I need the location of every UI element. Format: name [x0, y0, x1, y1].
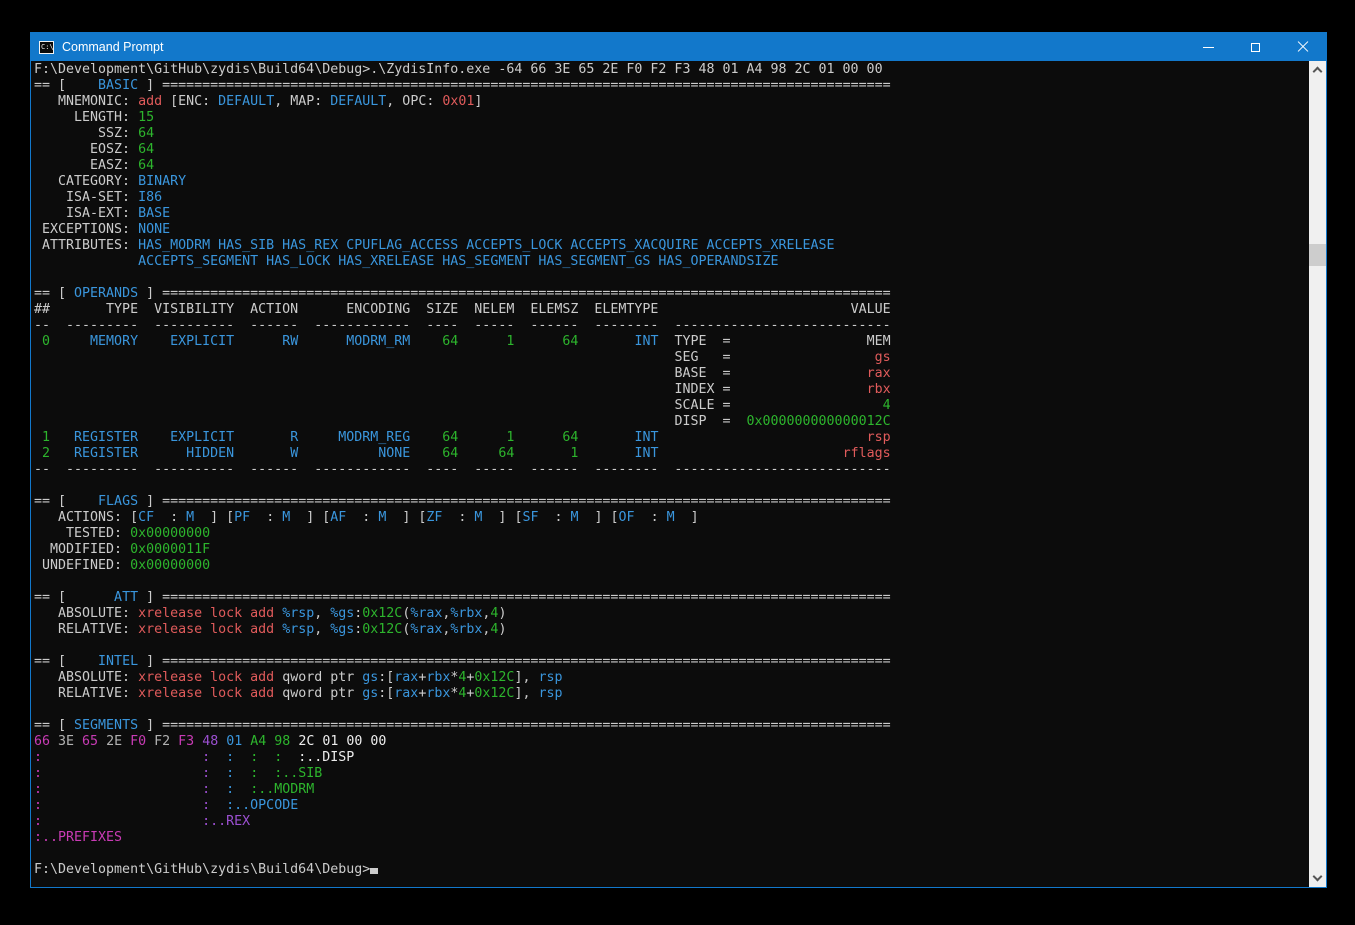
terminal-line: 66 3E 65 2E F0 F2 F3 48 01 A4 98 2C 01 0… [34, 734, 891, 750]
terminal-line [34, 638, 891, 654]
terminal-line: INDEX = rbx [34, 382, 891, 398]
terminal-line: RELATIVE: xrelease lock add qword ptr gs… [34, 686, 891, 702]
terminal-line: MODIFIED: 0x0000011F [34, 542, 891, 558]
terminal-line: == [ ATT ] =============================… [34, 590, 891, 606]
terminal-line: ATTRIBUTES: HAS_MODRM HAS_SIB HAS_REX CP… [34, 238, 891, 254]
terminal-line [34, 574, 891, 590]
terminal-line: : : :..OPCODE [34, 798, 891, 814]
terminal-line: EXCEPTIONS: NONE [34, 222, 891, 238]
terminal-line: MNEMONIC: add [ENC: DEFAULT, MAP: DEFAUL… [34, 94, 891, 110]
terminal-line: SCALE = 4 [34, 398, 891, 414]
terminal-line: : : : : : :..DISP [34, 750, 891, 766]
terminal-line: ACTIONS: [CF : M ] [PF : M ] [AF : M ] [… [34, 510, 891, 526]
terminal-line: CATEGORY: BINARY [34, 174, 891, 190]
terminal-line: UNDEFINED: 0x00000000 [34, 558, 891, 574]
desktop: { "window": { "title": "Command Prompt",… [0, 0, 1355, 925]
scroll-thumb[interactable] [1309, 244, 1326, 266]
terminal-line: BASE = rax [34, 366, 891, 382]
terminal-line [34, 478, 891, 494]
terminal-line: : : : : :..SIB [34, 766, 891, 782]
terminal-line: ISA-SET: I86 [34, 190, 891, 206]
cmd-icon: C:\ [39, 41, 54, 54]
scrollbar[interactable] [1309, 61, 1326, 887]
terminal-line: == [ FLAGS ] ===========================… [34, 494, 891, 510]
console[interactable]: F:\Development\GitHub\zydis\Build64\Debu… [31, 61, 1326, 887]
title-bar[interactable]: C:\ Command Prompt [31, 33, 1326, 61]
terminal-line: DISP = 0x000000000000012C [34, 414, 891, 430]
terminal-line: SEG = gs [34, 350, 891, 366]
terminal-line: EASZ: 64 [34, 158, 891, 174]
terminal-line: 0 MEMORY EXPLICIT RW MODRM_RM 64 1 64 IN… [34, 334, 891, 350]
terminal-line: 2 REGISTER HIDDEN W NONE 64 64 1 INT rfl… [34, 446, 891, 462]
text-cursor [370, 868, 378, 874]
command-prompt-window: C:\ Command Prompt F:\Development\GitHub… [30, 32, 1327, 888]
terminal-line: == [ OPERANDS ] ========================… [34, 286, 891, 302]
close-button[interactable] [1279, 33, 1326, 61]
minimize-icon [1203, 47, 1214, 48]
terminal-line [34, 270, 891, 286]
window-controls [1185, 33, 1326, 61]
terminal-line: SSZ: 64 [34, 126, 891, 142]
terminal-line: : :..REX [34, 814, 891, 830]
maximize-icon [1251, 43, 1260, 52]
terminal-line [34, 846, 891, 862]
terminal-line: 1 REGISTER EXPLICIT R MODRM_REG 64 1 64 … [34, 430, 891, 446]
window-title: Command Prompt [62, 40, 1185, 54]
minimize-button[interactable] [1185, 33, 1232, 61]
terminal-line: LENGTH: 15 [34, 110, 891, 126]
terminal-line [34, 702, 891, 718]
terminal-line: TESTED: 0x00000000 [34, 526, 891, 542]
terminal-line: RELATIVE: xrelease lock add %rsp, %gs:0x… [34, 622, 891, 638]
maximize-button[interactable] [1232, 33, 1279, 61]
terminal-line: F:\Development\GitHub\zydis\Build64\Debu… [34, 862, 891, 878]
terminal-line: EOSZ: 64 [34, 142, 891, 158]
terminal-line: -- --------- ---------- ------ ---------… [34, 318, 891, 334]
terminal-line: : : : :..MODRM [34, 782, 891, 798]
chevron-down-icon [1313, 872, 1323, 882]
terminal-line: ## TYPE VISIBILITY ACTION ENCODING SIZE … [34, 302, 891, 318]
chevron-up-icon [1313, 67, 1323, 77]
terminal-line: -- --------- ---------- ------ ---------… [34, 462, 891, 478]
close-icon [1297, 41, 1309, 53]
console-output: F:\Development\GitHub\zydis\Build64\Debu… [34, 62, 891, 878]
terminal-line: == [ BASIC ] ===========================… [34, 78, 891, 94]
terminal-line: :..PREFIXES [34, 830, 891, 846]
terminal-line: == [ INTEL ] ===========================… [34, 654, 891, 670]
terminal-line: == [ SEGMENTS ] ========================… [34, 718, 891, 734]
scroll-up-button[interactable] [1309, 61, 1326, 78]
terminal-line: ABSOLUTE: xrelease lock add %rsp, %gs:0x… [34, 606, 891, 622]
terminal-line: ABSOLUTE: xrelease lock add qword ptr gs… [34, 670, 891, 686]
terminal-line: F:\Development\GitHub\zydis\Build64\Debu… [34, 62, 891, 78]
terminal-line: ISA-EXT: BASE [34, 206, 891, 222]
scroll-down-button[interactable] [1309, 870, 1326, 887]
terminal-line: ACCEPTS_SEGMENT HAS_LOCK HAS_XRELEASE HA… [34, 254, 891, 270]
